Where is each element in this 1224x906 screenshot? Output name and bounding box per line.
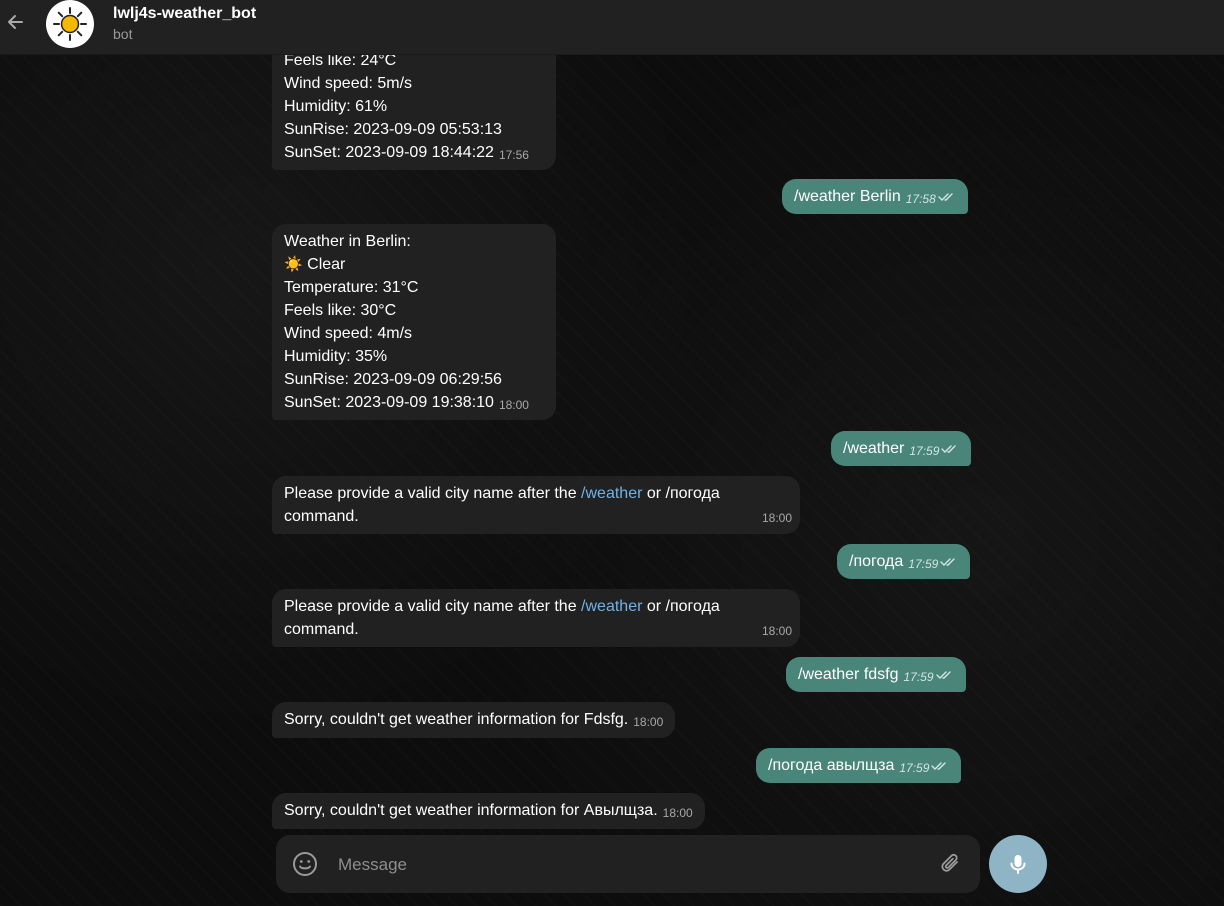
- message-line: Feels like: 30°C: [284, 302, 397, 319]
- message-time: 17:56: [498, 148, 529, 162]
- weather-emoji: ☀️: [284, 256, 303, 273]
- emoji-button[interactable]: [292, 851, 318, 877]
- message-line: Humidity: 35%: [284, 348, 388, 365]
- message-outgoing[interactable]: /weather 17:59: [831, 431, 972, 466]
- message-text: /погода авылщза: [768, 757, 895, 774]
- message-line: SunSet: 2023-09-09 19:38:10 18:00: [284, 391, 544, 417]
- message-line: command. 18:00: [284, 618, 792, 641]
- message-time: 17:59: [903, 670, 934, 684]
- message-incoming[interactable]: Weather in Berlin: ☀️ Clear Temperature:…: [272, 224, 556, 420]
- microphone-icon: [1010, 855, 1026, 874]
- message-time: 18:00: [498, 398, 529, 412]
- message-outgoing[interactable]: /погода авылщза 17:59: [756, 748, 962, 783]
- chat-header: lwlj4s-weather_bot bot: [0, 0, 1224, 55]
- message-text: /погода: [849, 553, 904, 570]
- message-text: Sorry, couldn't get weather information …: [284, 711, 629, 728]
- message-incoming[interactable]: Please provide a valid city name after t…: [272, 589, 800, 647]
- double-check-icon: [938, 193, 953, 201]
- double-check-icon: [941, 445, 957, 453]
- message-time: 18:00: [761, 511, 792, 525]
- message-input[interactable]: [336, 849, 920, 881]
- message-incoming[interactable]: Sorry, couldn't get weather information …: [272, 702, 676, 738]
- paperclip-icon: [941, 853, 958, 872]
- message-line: Please provide a valid city name after t…: [284, 598, 720, 615]
- message-time: 18:00: [633, 715, 664, 729]
- message-line: command. 18:00: [284, 505, 792, 528]
- message-line: Wind speed: 4m/s: [284, 325, 413, 342]
- message-line: SunRise: 2023-09-09 05:53:13: [284, 121, 502, 138]
- message-outgoing[interactable]: /weather fdsfg 17:59: [786, 657, 966, 692]
- message-incoming[interactable]: Please provide a valid city name after t…: [272, 476, 800, 534]
- message-time: 18:00: [662, 806, 693, 820]
- message-time: 18:00: [761, 624, 792, 638]
- back-button[interactable]: [0, 0, 30, 44]
- message-line: Please provide a valid city name after t…: [284, 485, 720, 502]
- arrow-left-icon: [8, 15, 23, 29]
- telegram-chat-window: lwlj4s-weather_bot bot Feels like: 24°C …: [0, 0, 1224, 906]
- bot-avatar[interactable]: [46, 0, 94, 48]
- sun-icon: [53, 7, 87, 41]
- double-check-icon: [931, 762, 947, 770]
- chat-subtitle: bot: [113, 26, 133, 42]
- microphone-button[interactable]: [989, 835, 1047, 893]
- message-line: ☀️ Clear: [284, 256, 346, 273]
- message-time: 17:59: [909, 444, 940, 458]
- command-link[interactable]: /weather: [581, 598, 642, 615]
- message-time: 17:59: [899, 761, 930, 775]
- message-time: 17:59: [908, 557, 939, 571]
- message-line: Weather in Berlin:: [284, 233, 411, 250]
- message-line: SunRise: 2023-09-09 06:29:56: [284, 371, 502, 388]
- message-outgoing[interactable]: /weather Berlin 17:58: [782, 179, 968, 214]
- message-time: 17:58: [905, 192, 936, 206]
- message-text: Sorry, couldn't get weather information …: [284, 802, 658, 819]
- double-check-icon: [940, 558, 956, 566]
- smile-icon: [293, 852, 317, 876]
- message-text: /weather: [843, 440, 905, 457]
- message-composer: [276, 835, 980, 893]
- message-line: Humidity: 61%: [284, 98, 388, 115]
- message-line: SunSet: 2023-09-09 18:44:22 17:56: [284, 141, 544, 167]
- chat-title[interactable]: lwlj4s-weather_bot: [113, 5, 256, 23]
- message-incoming[interactable]: Sorry, couldn't get weather information …: [272, 793, 705, 829]
- message-text: /weather fdsfg: [798, 666, 899, 683]
- message-outgoing[interactable]: /погода 17:59: [837, 544, 971, 579]
- attach-button[interactable]: [938, 851, 964, 877]
- message-line: Temperature: 31°C: [284, 279, 419, 296]
- command-link[interactable]: /weather: [581, 485, 642, 502]
- message-text: /weather Berlin: [794, 188, 901, 205]
- message-incoming[interactable]: Feels like: 24°C Wind speed: 5m/s Humidi…: [272, 46, 556, 170]
- message-line: Wind speed: 5m/s: [284, 75, 413, 92]
- double-check-icon: [935, 671, 951, 679]
